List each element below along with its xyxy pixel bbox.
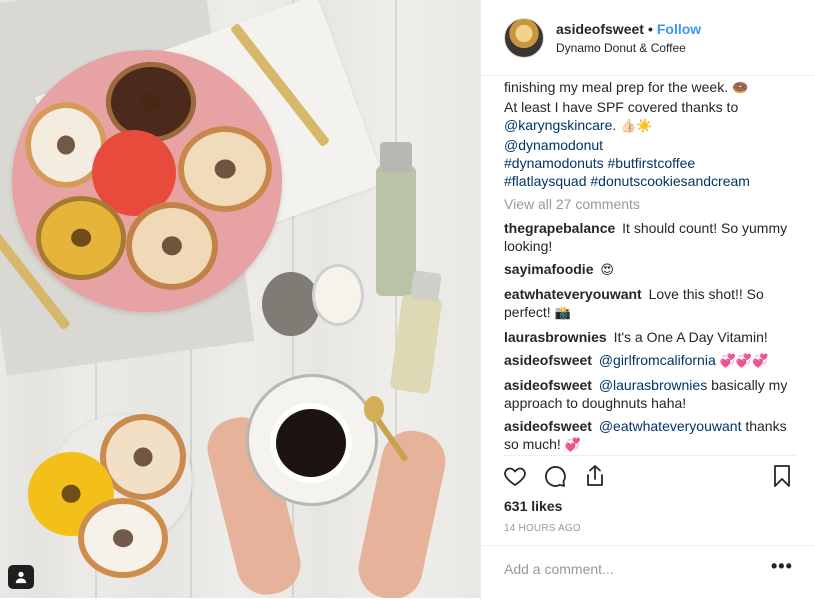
- mention-link[interactable]: @dynamodonut: [504, 137, 603, 153]
- comment-username[interactable]: sayimafoodie: [504, 261, 593, 277]
- hashtag-link[interactable]: #dynamodonuts #butfirstcoffee: [504, 155, 695, 171]
- comment-username[interactable]: asideofsweet: [504, 377, 592, 393]
- caption-text: finishing my meal prep for the week.: [504, 79, 732, 95]
- caption-line: finishing my meal prep for the week. 🍩: [504, 78, 796, 98]
- mention-link[interactable]: @karyngskincare: [504, 117, 612, 133]
- share-icon[interactable]: [583, 464, 607, 488]
- caption-line: At least I have SPF covered thanks to: [504, 98, 796, 116]
- divider: [481, 545, 815, 546]
- cookies-cream-donut: [36, 196, 126, 280]
- comment-emoji: 📸: [554, 306, 571, 321]
- comment: laurasbrownies It's a One A Day Vitamin!: [504, 328, 796, 346]
- hashtag-link[interactable]: #flatlaysquad #donutscookiesandcream: [504, 173, 750, 189]
- chocolate-donut: [106, 62, 196, 142]
- mention-link[interactable]: @eatwhateveryouwant: [599, 418, 742, 434]
- post-header: asideofsweet • Follow Dynamo Donut & Coffe…: [481, 0, 815, 76]
- comment-username[interactable]: thegrapebalance: [504, 220, 615, 236]
- lotion-cap: [410, 270, 442, 302]
- comment: asideofsweet @eatwhateveryouwant thanks …: [504, 417, 796, 455]
- comment-username[interactable]: eatwhateveryouwant: [504, 286, 642, 302]
- cream-jar: [312, 264, 364, 326]
- spoon-head: [364, 396, 384, 422]
- heart-icon[interactable]: [503, 464, 527, 488]
- comment-username[interactable]: asideofsweet: [504, 352, 592, 368]
- post-caption: finishing my meal prep for the week. 🍩 A…: [504, 78, 796, 190]
- view-all-comments-link[interactable]: View all 27 comments: [504, 195, 796, 213]
- comment-emoji: 😍: [600, 263, 614, 278]
- caption-line: @dynamodonut: [504, 136, 796, 154]
- post-location[interactable]: Dynamo Donut & Coffee: [556, 41, 686, 55]
- serum-cap: [380, 142, 412, 172]
- caption-text: .: [612, 117, 621, 133]
- comment-emoji: 💞: [564, 438, 581, 453]
- post-timestamp: 14 HOURS AGO: [504, 523, 581, 534]
- separator-dot: •: [647, 21, 653, 37]
- comment-username[interactable]: asideofsweet: [504, 418, 592, 434]
- caption-line: #dynamodonuts #butfirstcoffee: [504, 154, 796, 172]
- caption-emoji: 👍🏻☀️: [620, 119, 653, 134]
- caption-line: @karyngskincare. 👍🏻☀️: [504, 116, 796, 136]
- comment-emoji: 💞💞💞: [719, 354, 769, 369]
- comment-username[interactable]: laurasbrownies: [504, 329, 607, 345]
- maple-donut: [178, 126, 272, 212]
- mention-link[interactable]: @laurasbrownies: [599, 377, 707, 393]
- bookmark-icon[interactable]: [770, 464, 794, 488]
- comment: asideofsweet @girlfromcalifornia 💞💞💞: [504, 351, 796, 371]
- serum-bottle: [376, 166, 416, 296]
- add-comment-input[interactable]: Add a comment...: [504, 561, 614, 577]
- user-tag-icon[interactable]: [8, 565, 34, 589]
- post-sidebar: asideofsweet • Follow Dynamo Donut & Coffe…: [480, 0, 815, 600]
- comment: asideofsweet @laurasbrownies basically m…: [504, 376, 796, 412]
- cookies-donut: [126, 202, 218, 290]
- avatar[interactable]: [504, 18, 544, 58]
- coffee: [276, 409, 346, 477]
- caption-emoji: 🍩: [732, 81, 749, 96]
- divider: [504, 455, 796, 456]
- cream-jar-lid: [262, 272, 320, 336]
- comment-text: It's a One A Day Vitamin!: [613, 329, 768, 345]
- caption-line: #flatlaysquad #donutscookiesandcream: [504, 172, 796, 190]
- mention-link[interactable]: @girlfromcalifornia: [599, 352, 716, 368]
- comment: sayimafoodie 😍: [504, 260, 796, 280]
- likes-count[interactable]: 631 likes: [504, 498, 562, 514]
- author-username[interactable]: asideofsweet: [556, 21, 644, 37]
- caption-text: At least I have SPF covered thanks to: [504, 99, 739, 115]
- comment: eatwhateveryouwant Love this shot!! So p…: [504, 285, 796, 323]
- lotion-bottle: [389, 293, 443, 395]
- more-options-button[interactable]: •••: [771, 556, 793, 577]
- comment: thegrapebalance It should count! So yumm…: [504, 219, 796, 255]
- comments-section: finishing my meal prep for the week. 🍩 A…: [504, 78, 796, 460]
- follow-button[interactable]: Follow: [657, 21, 701, 37]
- post-author: asideofsweet • Follow: [556, 21, 701, 37]
- white-glazed-donut: [78, 498, 168, 578]
- post-photo[interactable]: [0, 0, 480, 598]
- comment-icon[interactable]: [543, 464, 567, 488]
